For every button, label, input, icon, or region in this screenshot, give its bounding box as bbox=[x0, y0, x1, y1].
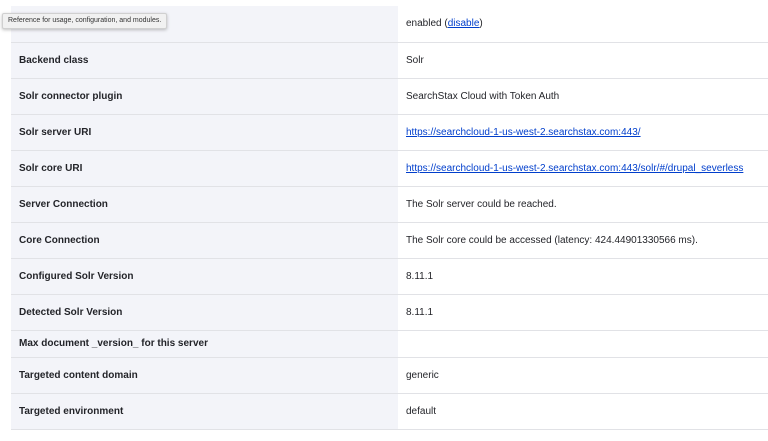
row-label-configured-version: Configured Solr Version bbox=[11, 258, 398, 295]
table-row: Detected Solr Version 8.11.1 bbox=[11, 294, 768, 331]
disable-link[interactable]: disable bbox=[448, 18, 480, 29]
table-row: Backend class Solr bbox=[11, 42, 768, 79]
table-row: Targeted content domain generic bbox=[11, 357, 768, 394]
row-value-core-uri: https://searchcloud-1-us-west-2.searchst… bbox=[398, 150, 768, 187]
status-suffix: ) bbox=[479, 18, 483, 30]
tooltip: Reference for usage, configuration, and … bbox=[2, 13, 168, 29]
table-row: Server Connection The Solr server could … bbox=[11, 186, 768, 223]
table-row: Configured Solr Version 8.11.1 bbox=[11, 258, 768, 295]
core-uri-link[interactable]: https://searchcloud-1-us-west-2.searchst… bbox=[406, 163, 743, 174]
row-value-server-connection: The Solr server could be reached. bbox=[398, 186, 768, 223]
row-value-environment: default bbox=[398, 393, 768, 430]
row-value-max-document-version bbox=[398, 330, 768, 358]
row-value-server-uri: https://searchcloud-1-us-west-2.searchst… bbox=[398, 114, 768, 151]
row-label-connector-plugin: Solr connector plugin bbox=[11, 78, 398, 115]
status-text: enabled ( bbox=[406, 18, 448, 30]
row-label-core-connection: Core Connection bbox=[11, 222, 398, 259]
server-info-table: Status enabled (disable) Backend class S… bbox=[11, 6, 768, 430]
row-label-server-uri: Solr server URI bbox=[11, 114, 398, 151]
row-label-max-document-version: Max document _version_ for this server bbox=[11, 330, 398, 358]
row-label-content-domain: Targeted content domain bbox=[11, 357, 398, 394]
row-value-configured-version: 8.11.1 bbox=[398, 258, 768, 295]
table-row: Solr connector plugin SearchStax Cloud w… bbox=[11, 78, 768, 115]
table-row: Solr server URI https://searchcloud-1-us… bbox=[11, 114, 768, 151]
row-label-detected-version: Detected Solr Version bbox=[11, 294, 398, 331]
row-value-core-connection: The Solr core could be accessed (latency… bbox=[398, 222, 768, 259]
row-value-connector-plugin: SearchStax Cloud with Token Auth bbox=[398, 78, 768, 115]
row-value-detected-version: 8.11.1 bbox=[398, 294, 768, 331]
server-info-page: Reference for usage, configuration, and … bbox=[0, 0, 768, 441]
row-label-backend-class: Backend class bbox=[11, 42, 398, 79]
row-value-backend-class: Solr bbox=[398, 42, 768, 79]
table-row: Targeted environment default bbox=[11, 393, 768, 430]
server-uri-link[interactable]: https://searchcloud-1-us-west-2.searchst… bbox=[406, 127, 641, 138]
row-label-environment: Targeted environment bbox=[11, 393, 398, 430]
table-row: Core Connection The Solr core could be a… bbox=[11, 222, 768, 259]
table-row: Max document _version_ for this server bbox=[11, 330, 768, 358]
row-value-status: enabled (disable) bbox=[398, 6, 768, 43]
table-row: Solr core URI https://searchcloud-1-us-w… bbox=[11, 150, 768, 187]
row-label-core-uri: Solr core URI bbox=[11, 150, 398, 187]
row-label-server-connection: Server Connection bbox=[11, 186, 398, 223]
row-value-content-domain: generic bbox=[398, 357, 768, 394]
